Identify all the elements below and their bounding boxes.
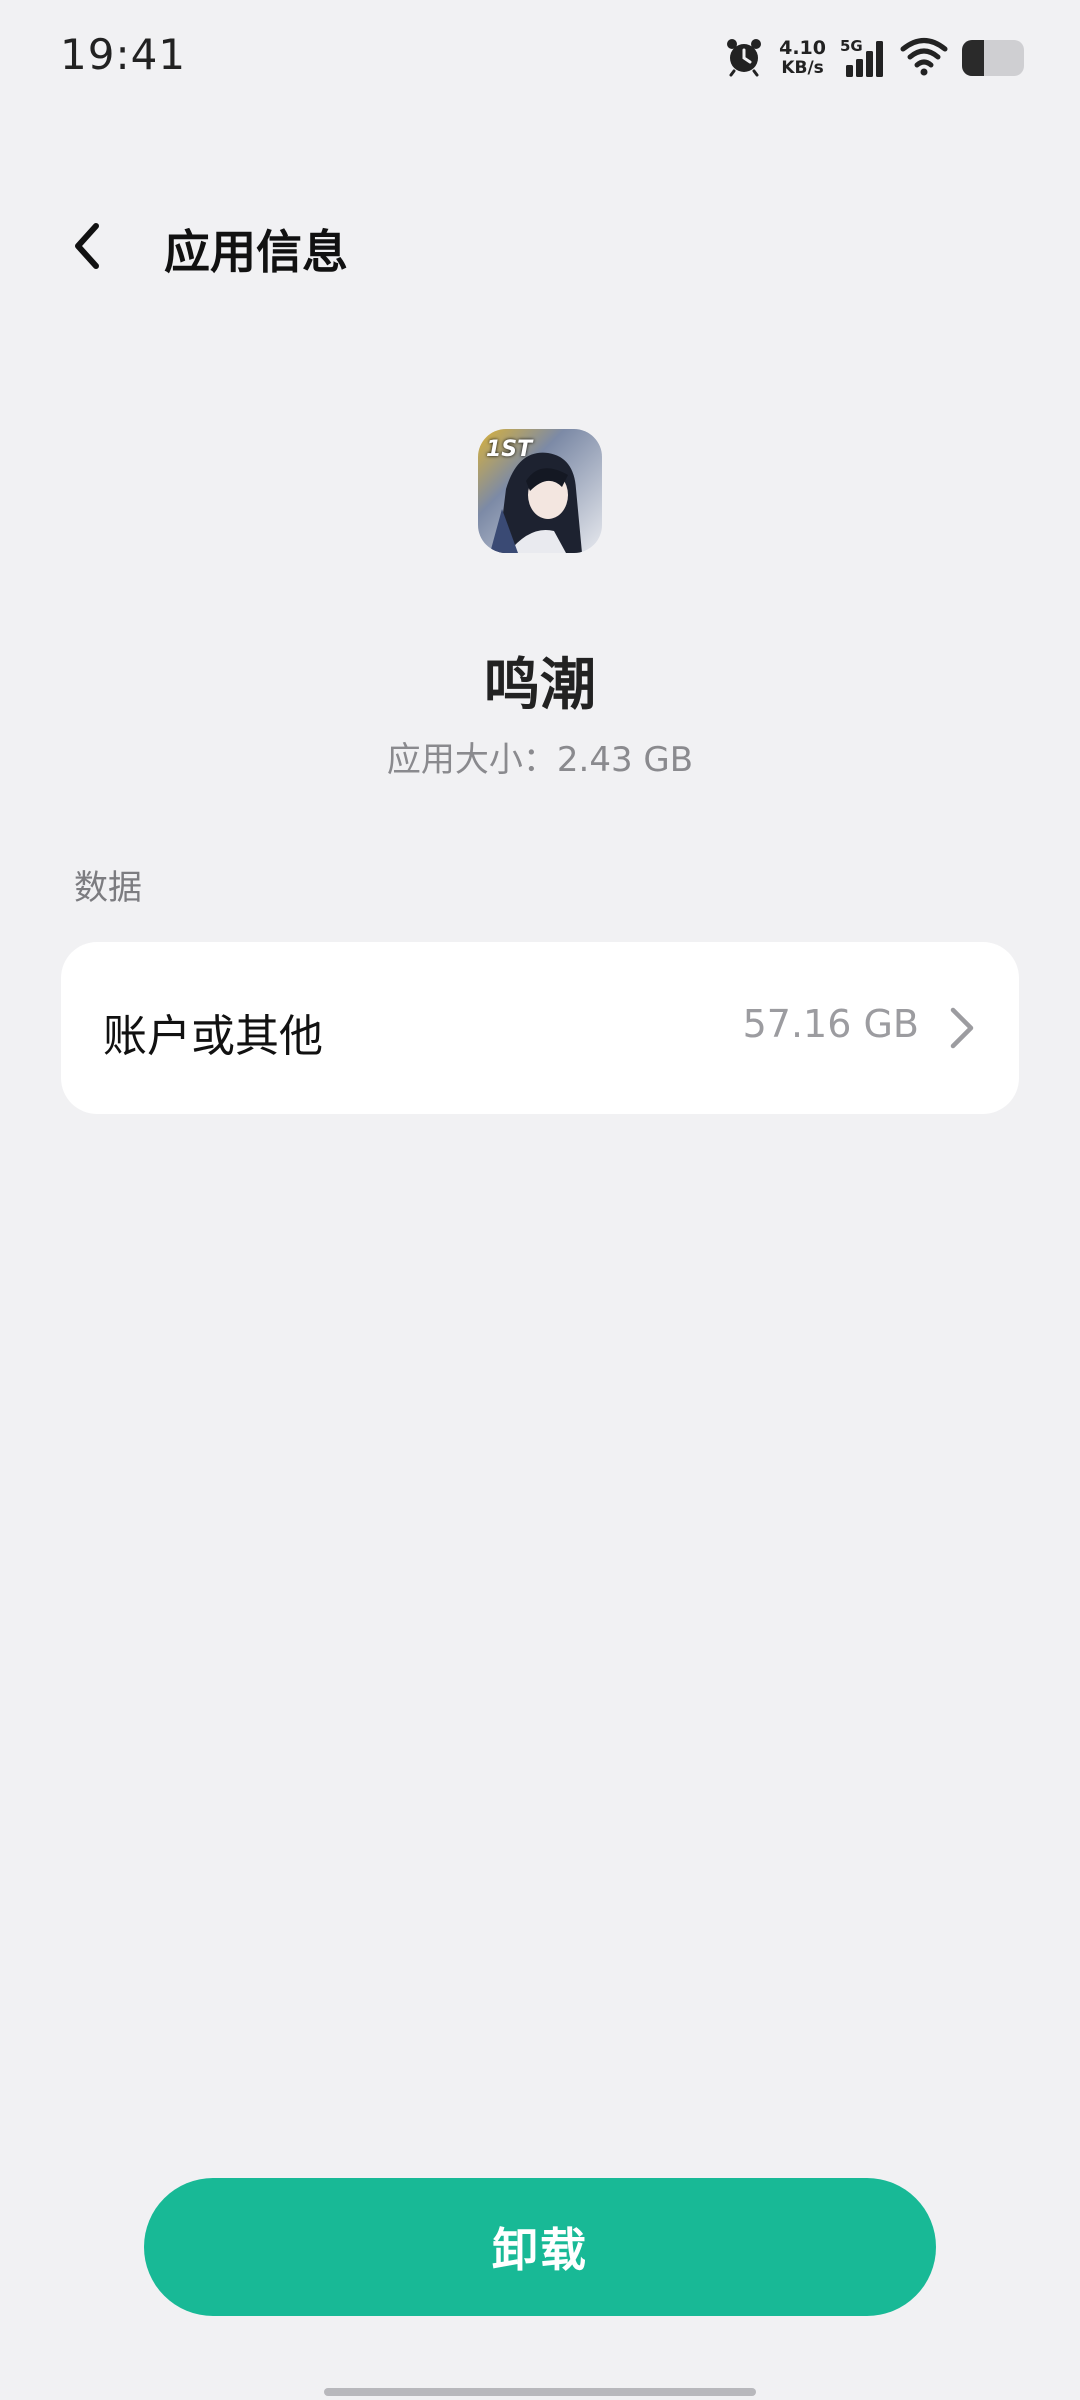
header: 应用信息 — [0, 196, 1080, 296]
home-indicator[interactable] — [324, 2388, 756, 2396]
wifi-icon — [900, 36, 948, 80]
chevron-left-icon — [75, 223, 99, 269]
uninstall-button[interactable]: 卸载 — [144, 2178, 936, 2316]
status-icons: 4.10 KB/s 5G — [723, 34, 1024, 82]
back-button[interactable] — [52, 210, 124, 282]
app-size-value: 2.43 GB — [556, 740, 694, 780]
battery-icon — [962, 40, 1024, 76]
status-bar: 19:41 4.10 KB/s 5G — [0, 0, 1080, 110]
chevron-right-icon — [950, 1007, 974, 1049]
app-icon: 1ST — [478, 429, 602, 553]
app-size: 应用大小：2.43 GB — [0, 732, 1080, 781]
network-speed-value: 4.10 — [779, 37, 826, 59]
app-icon-badge: 1ST — [486, 437, 533, 462]
network-speed-unit: KB/s — [781, 58, 824, 78]
network-speed: 4.10 KB/s — [779, 38, 826, 78]
list-item-label: 账户或其他 — [103, 1011, 323, 1062]
status-time: 19:41 — [60, 30, 187, 79]
page-title: 应用信息 — [164, 225, 348, 279]
alarm-icon — [723, 35, 765, 81]
list-item-account-or-other[interactable]: 账户或其他 57.16 GB — [61, 942, 1019, 1114]
app-name: 鸣潮 — [484, 653, 596, 718]
battery-level — [962, 40, 984, 76]
section-label-data: 数据 — [74, 868, 142, 908]
app-size-label: 应用大小： — [386, 740, 557, 780]
signal-icon: 5G — [840, 37, 886, 79]
list-item-value: 57.16 GB — [742, 1002, 919, 1046]
